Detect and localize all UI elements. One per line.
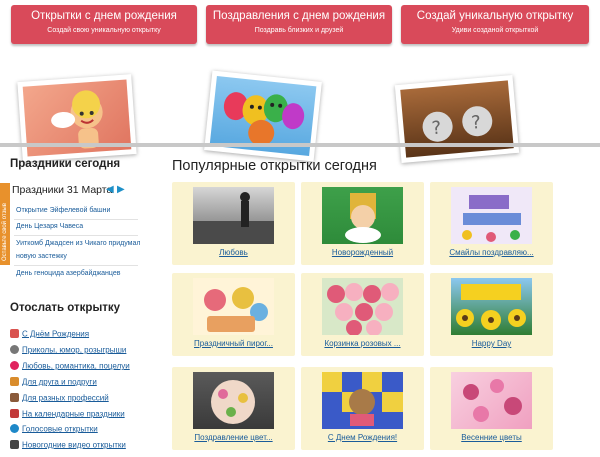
holidays-date: Праздники 31 Марта xyxy=(12,184,113,196)
card-caption[interactable]: Праздничный пирог... xyxy=(172,339,295,348)
microphone-icon xyxy=(10,424,19,434)
category-video[interactable]: Новогодние видео открытки xyxy=(10,440,126,452)
category-love[interactable]: Любовь, романтика, поцелуи xyxy=(10,361,130,373)
banner-create-card[interactable]: Создай уникальную открытку Удиви создано… xyxy=(401,5,589,44)
banner-birthday-greetings[interactable]: Поздравления с днем рождения Поздравь бл… xyxy=(206,5,392,44)
card-thumbnail xyxy=(451,187,532,244)
card-item[interactable]: Смайлы поздравляю... xyxy=(430,182,553,265)
card-item[interactable]: Корзинка розовых ... xyxy=(301,273,424,356)
banner-birthday-cards[interactable]: Открытки с днем рождения Создай свою уни… xyxy=(11,5,197,44)
holiday-link[interactable]: День Цезаря Чавеса xyxy=(16,220,83,234)
next-day-icon[interactable]: ▶ xyxy=(117,184,125,195)
card-item[interactable]: Happy Day xyxy=(430,273,553,356)
banner-subtitle: Удиви созданой открыткой xyxy=(451,27,539,34)
card-thumbnail xyxy=(322,372,403,429)
holiday-link[interactable]: Уиткомб Джадсен из Чикаго придумал xyxy=(16,237,140,251)
card-item[interactable]: Поздравление цвет... xyxy=(172,367,295,450)
card-caption[interactable]: Корзинка розовых ... xyxy=(301,339,424,348)
banner-title: Открытки с днем рождения xyxy=(31,10,177,22)
feedback-tab[interactable]: Оставьте свой отзыв xyxy=(0,183,10,265)
banner-subtitle: Создай свою уникальную открытку xyxy=(47,27,161,34)
person-icon xyxy=(10,393,19,403)
smiley-icon xyxy=(10,345,19,355)
holiday-link-cont[interactable]: новую застежку xyxy=(16,250,67,264)
heart-icon xyxy=(10,361,19,371)
category-professions[interactable]: Для разных профессий xyxy=(10,393,109,405)
svg-text:?: ? xyxy=(471,112,482,134)
card-caption[interactable]: Поздравление цвет... xyxy=(172,433,295,442)
send-card-title: Отослать открытку xyxy=(10,302,121,314)
card-item[interactable]: Весенние цветы xyxy=(430,367,553,450)
holiday-link[interactable]: Открытие Эйфелевой башни xyxy=(16,204,110,218)
card-item[interactable]: С Днем Рождения! xyxy=(301,367,424,450)
card-caption[interactable]: С Днем Рождения! xyxy=(301,433,424,442)
prev-day-icon[interactable]: ◀ xyxy=(106,184,114,195)
category-voice[interactable]: Голосовые открытки xyxy=(10,424,98,436)
card-thumbnail xyxy=(451,372,532,429)
card-caption[interactable]: Happy Day xyxy=(430,339,553,348)
card-caption[interactable]: Смайлы поздравляю... xyxy=(430,248,553,257)
card-item[interactable]: Новорожденный xyxy=(301,182,424,265)
card-item[interactable]: Любовь xyxy=(172,182,295,265)
banner-title: Создай уникальную открытку xyxy=(416,10,574,22)
card-thumbnail xyxy=(322,278,403,335)
category-humor[interactable]: Приколы, юмор, розыгрыши xyxy=(10,345,126,357)
holiday-link[interactable]: День геноцида азербайджанцев xyxy=(16,267,120,281)
card-thumbnail xyxy=(193,278,274,335)
gift-icon xyxy=(10,329,19,339)
feedback-tab-label: Оставьте свой отзыв xyxy=(2,203,8,261)
card-thumbnail xyxy=(451,278,532,335)
card-thumbnail xyxy=(193,372,274,429)
card-thumbnail xyxy=(322,187,403,244)
friends-icon xyxy=(10,377,19,387)
card-item[interactable]: Праздничный пирог... xyxy=(172,273,295,356)
section-divider xyxy=(0,143,600,147)
preview-card-cupid[interactable] xyxy=(17,74,137,162)
category-friends[interactable]: Для друга и подруги xyxy=(10,377,97,389)
category-calendar[interactable]: На календарные праздники xyxy=(10,409,125,421)
card-caption[interactable]: Новорожденный xyxy=(301,248,424,257)
banner-title: Поздравления с днем рождения xyxy=(212,10,386,22)
calendar-icon xyxy=(10,409,19,419)
svg-text:?: ? xyxy=(431,117,442,139)
card-caption[interactable]: Весенние цветы xyxy=(430,433,553,442)
preview-card-couple[interactable]: ? ? xyxy=(394,75,520,163)
holiday-divider xyxy=(14,265,138,266)
category-birthday[interactable]: С Днём Рождения xyxy=(10,329,89,341)
holidays-today-title: Праздники сегодня xyxy=(10,158,121,170)
card-caption[interactable]: Любовь xyxy=(172,248,295,257)
preview-card-balloons[interactable] xyxy=(204,70,322,162)
banner-subtitle: Поздравь близких и друзей xyxy=(254,27,344,34)
popular-cards-title: Популярные открытки сегодня xyxy=(172,158,377,174)
card-thumbnail xyxy=(193,187,274,244)
holiday-divider xyxy=(14,235,138,236)
video-icon xyxy=(10,440,19,450)
